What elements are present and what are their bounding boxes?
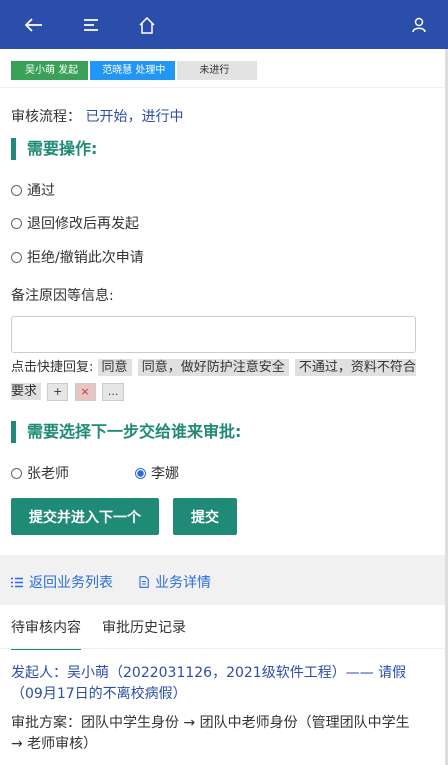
back-to-list-link[interactable]: 返回业务列表 bbox=[11, 572, 113, 592]
user-icon[interactable] bbox=[408, 14, 430, 36]
content-tabs: 待审核内容 审批历史记录 bbox=[0, 605, 445, 650]
step-initiated: 吴小萌 发起 bbox=[11, 61, 89, 80]
menu-icon[interactable] bbox=[80, 14, 102, 36]
flow-label: 审核流程： bbox=[11, 109, 81, 125]
top-bar bbox=[0, 0, 448, 49]
tab-approval-history[interactable]: 审批历史记录 bbox=[102, 617, 186, 637]
radio-label: 张老师 bbox=[27, 466, 69, 482]
document-icon bbox=[139, 576, 149, 588]
remove-reply-button[interactable]: × bbox=[74, 383, 96, 401]
initiator-info: 发起人：吴小萌（2022031126，2021级软件工程）—— 请假（09月17… bbox=[11, 665, 407, 702]
step-processing: 范晓慧 处理中 bbox=[90, 61, 176, 80]
operation-heading: 需要操作: bbox=[11, 138, 97, 160]
radio-return[interactable]: 退回修改后再发起 bbox=[11, 213, 139, 233]
radio-label: 李娜 bbox=[151, 466, 179, 482]
next-approver-heading: 需要选择下一步交给谁来审批: bbox=[11, 421, 241, 443]
radio-label: 通过 bbox=[27, 183, 55, 199]
business-detail-link[interactable]: 业务详情 bbox=[139, 572, 211, 592]
divider bbox=[0, 87, 445, 88]
quick-reply-chip[interactable]: 同意 bbox=[97, 359, 132, 376]
business-detail-label: 业务详情 bbox=[155, 575, 211, 591]
submit-button[interactable]: 提交 bbox=[173, 498, 237, 535]
remark-label: 备注原因等信息: bbox=[11, 288, 114, 304]
approval-page: 吴小萌 发起 范晓慧 处理中 未进行 审核流程： 已开始，进行中 需要操作: 通… bbox=[0, 49, 448, 765]
home-icon[interactable] bbox=[136, 14, 158, 36]
list-icon bbox=[11, 577, 23, 587]
radio-label: 退回修改后再发起 bbox=[27, 216, 139, 232]
submit-next-button[interactable]: 提交并进入下一个 bbox=[11, 498, 159, 535]
approval-plan: 审批方案：团队中学生身份 → 团队中老师身份（管理团队中学生 → 老师审核） bbox=[11, 715, 410, 752]
radio-icon[interactable] bbox=[11, 217, 22, 229]
progress-steps: 吴小萌 发起 范晓慧 处理中 未进行 bbox=[11, 61, 259, 80]
radio-selected-icon[interactable] bbox=[135, 467, 146, 479]
flow-value: 已开始，进行中 bbox=[85, 109, 184, 125]
add-reply-button[interactable]: + bbox=[47, 383, 69, 401]
radio-approve[interactable]: 通过 bbox=[11, 180, 55, 200]
radio-reject[interactable]: 拒绝/撤销此次申请 bbox=[11, 247, 144, 267]
step-pending: 未进行 bbox=[177, 61, 258, 80]
tab-pending-review[interactable]: 待审核内容 bbox=[11, 617, 81, 650]
radio-li-na[interactable]: 李娜 bbox=[135, 463, 179, 483]
flow-status: 审核流程： 已开始，进行中 bbox=[11, 106, 183, 126]
remark-input[interactable] bbox=[11, 316, 416, 353]
radio-icon[interactable] bbox=[11, 467, 22, 479]
quick-reply-label: 点击快捷回复: bbox=[11, 360, 94, 375]
more-reply-button[interactable]: ... bbox=[101, 383, 125, 401]
back-arrow-icon[interactable] bbox=[23, 14, 45, 36]
tab-divider bbox=[0, 648, 445, 649]
radio-label: 拒绝/撤销此次申请 bbox=[27, 250, 144, 266]
radio-icon[interactable] bbox=[11, 184, 22, 196]
quick-reply: 点击快捷回复: 同意 同意，做好防护注意安全 不通过，资料不符合要求 + × .… bbox=[11, 356, 421, 404]
radio-teacher-zhang[interactable]: 张老师 bbox=[11, 463, 69, 483]
radio-icon[interactable] bbox=[11, 251, 22, 263]
quick-reply-chip[interactable]: 同意，做好防护注意安全 bbox=[137, 359, 289, 376]
back-to-list-label: 返回业务列表 bbox=[29, 575, 113, 591]
